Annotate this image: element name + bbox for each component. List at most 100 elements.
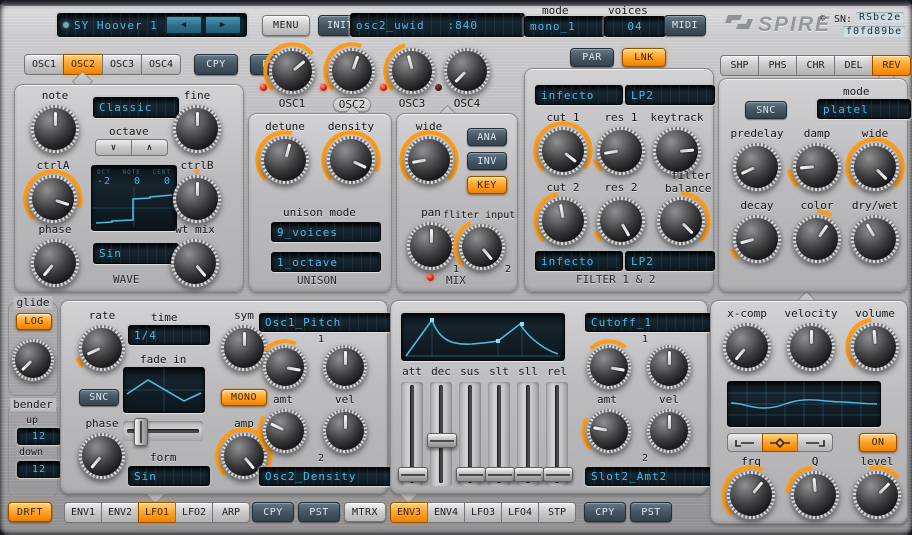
- slider-handle[interactable]: [514, 467, 544, 482]
- lfo-slot2-target-display[interactable]: Osc2_Density: [259, 467, 393, 486]
- sustain-slider[interactable]: sus: [456, 365, 484, 486]
- octave-up-button[interactable]: ∧: [131, 139, 168, 156]
- slider-handle[interactable]: [427, 433, 457, 448]
- env-amt1-knob[interactable]: [587, 345, 631, 389]
- octave-down-button[interactable]: ∨: [95, 139, 132, 156]
- lfo-form-select[interactable]: Sin: [128, 466, 210, 486]
- slope-time-slider[interactable]: slt: [485, 365, 513, 486]
- filter-balance-knob[interactable]: [657, 197, 705, 245]
- unison-voices-select[interactable]: 9_voices: [271, 222, 381, 242]
- glide-knob[interactable]: [12, 339, 54, 381]
- slider-handle[interactable]: [543, 467, 573, 482]
- damp-knob[interactable]: damp: [793, 127, 841, 191]
- env-vel1-knob[interactable]: [647, 345, 691, 389]
- env-vel2-knob[interactable]: [647, 409, 691, 453]
- inv-button[interactable]: INV: [467, 152, 507, 170]
- drywet-knob[interactable]: dry/wet: [851, 199, 899, 263]
- tab-shp[interactable]: SHP: [720, 55, 759, 76]
- lfo-snc-button[interactable]: SNC: [79, 389, 119, 406]
- decay-slider[interactable]: dec: [427, 365, 455, 486]
- filter1-mode-select[interactable]: LP2: [625, 85, 715, 105]
- lfo-vel1-knob[interactable]: [323, 345, 367, 389]
- tab-lfo1[interactable]: LFO1: [138, 502, 176, 523]
- env-amt2-knob[interactable]: [587, 409, 631, 453]
- slider-handle[interactable]: [485, 467, 515, 482]
- preset-prev-button[interactable]: ◀: [166, 16, 202, 34]
- tab-chr[interactable]: CHR: [796, 55, 835, 76]
- osc3-level-knob[interactable]: OSC3: [389, 48, 435, 110]
- fx-wide-knob[interactable]: wide: [851, 127, 899, 191]
- volume-knob[interactable]: volume: [851, 307, 899, 371]
- osc4-level-knob[interactable]: OSC4: [444, 48, 490, 110]
- lfo-phase-slider[interactable]: [123, 421, 203, 441]
- env-slot1-target-display[interactable]: Cutoff_1: [585, 313, 713, 332]
- filter1-type-select[interactable]: infecto: [535, 85, 623, 105]
- mod1-paste-button[interactable]: PST: [298, 502, 340, 522]
- osc-copy-button[interactable]: CPY: [194, 54, 238, 75]
- tab-del[interactable]: DEL: [834, 55, 873, 76]
- bender-down-display[interactable]: 12: [17, 461, 61, 478]
- slider-handle[interactable]: [134, 418, 148, 446]
- play-mode-display[interactable]: mono_1: [524, 16, 606, 37]
- res1-knob[interactable]: res 1: [597, 111, 645, 175]
- preset-next-button[interactable]: ▶: [205, 16, 241, 34]
- lnk-button[interactable]: LNK: [622, 48, 666, 67]
- low-shelf-button[interactable]: [727, 433, 763, 452]
- drift-button[interactable]: DRFT: [8, 502, 52, 522]
- log-button[interactable]: LOG: [16, 313, 52, 330]
- slope-level-slider[interactable]: sll: [514, 365, 542, 486]
- wtmix-knob[interactable]: wt mix: [171, 223, 219, 287]
- xcomp-knob[interactable]: x-comp: [723, 307, 771, 371]
- note-knob[interactable]: note: [31, 89, 79, 153]
- slider-handle[interactable]: [456, 467, 486, 482]
- wide-knob[interactable]: wide: [405, 120, 453, 184]
- attack-slider[interactable]: att: [398, 365, 426, 486]
- ctrlb-knob[interactable]: ctrlB: [173, 159, 221, 223]
- res2-knob[interactable]: res 2: [597, 181, 645, 245]
- q-knob[interactable]: Q: [791, 455, 839, 519]
- matrix-button[interactable]: MTRX: [344, 502, 386, 522]
- bender-up-display[interactable]: 12: [17, 428, 61, 445]
- env-slot2-target-display[interactable]: Slot2_Amt2: [585, 467, 713, 486]
- tab-lfo3[interactable]: LFO3: [464, 502, 502, 523]
- tab-stp[interactable]: STP: [538, 502, 576, 523]
- lfo-phase-knob[interactable]: phase: [79, 417, 125, 479]
- rate-knob[interactable]: rate: [79, 309, 125, 371]
- color-knob[interactable]: color: [793, 199, 841, 263]
- phase-knob[interactable]: phase: [31, 223, 79, 287]
- tab-lfo4[interactable]: LFO4: [501, 502, 539, 523]
- unison-range-select[interactable]: 1_octave: [271, 252, 381, 272]
- cut2-knob[interactable]: cut 2: [539, 181, 587, 245]
- tab-env2[interactable]: ENV2: [101, 502, 139, 523]
- high-shelf-button[interactable]: [797, 433, 833, 452]
- preset-display[interactable]: SY Hoover 1 ◀ ▶: [57, 13, 247, 37]
- slider-handle[interactable]: [398, 467, 428, 482]
- fine-knob[interactable]: fine: [173, 89, 221, 153]
- level-knob[interactable]: level: [853, 455, 901, 519]
- lfo-amt1-knob[interactable]: [263, 345, 307, 389]
- midi-button[interactable]: MIDI: [664, 15, 706, 36]
- osc2-level-knob[interactable]: OSC2: [329, 48, 375, 112]
- osc1-level-knob[interactable]: OSC1: [269, 48, 315, 110]
- lfo-amt2-knob[interactable]: [263, 409, 307, 453]
- tab-osc1[interactable]: OSC1: [24, 54, 64, 75]
- tab-osc4[interactable]: OSC4: [141, 54, 181, 75]
- filter2-type-select[interactable]: infecto: [535, 251, 623, 271]
- tab-osc3[interactable]: OSC3: [102, 54, 142, 75]
- detune-knob[interactable]: detune: [261, 120, 309, 184]
- predelay-knob[interactable]: predelay: [733, 127, 781, 191]
- frq-knob[interactable]: frq: [727, 455, 775, 519]
- lfo-slot1-target-display[interactable]: Osc1_Pitch: [259, 313, 393, 332]
- peak-band-button[interactable]: [762, 433, 798, 452]
- lfo-vel2-knob[interactable]: [323, 409, 367, 453]
- tab-env1[interactable]: ENV1: [64, 502, 102, 523]
- mod2-paste-button[interactable]: PST: [630, 502, 672, 522]
- tab-env3[interactable]: ENV3: [390, 502, 428, 523]
- tab-rev[interactable]: REV: [872, 55, 911, 76]
- ana-button[interactable]: ANA: [467, 128, 507, 146]
- filter2-mode-select[interactable]: LP2: [625, 251, 715, 271]
- mod2-copy-button[interactable]: CPY: [584, 502, 626, 522]
- eq-on-button[interactable]: ON: [859, 433, 897, 452]
- cut1-knob[interactable]: cut 1: [539, 111, 587, 175]
- decay-knob[interactable]: decay: [733, 199, 781, 263]
